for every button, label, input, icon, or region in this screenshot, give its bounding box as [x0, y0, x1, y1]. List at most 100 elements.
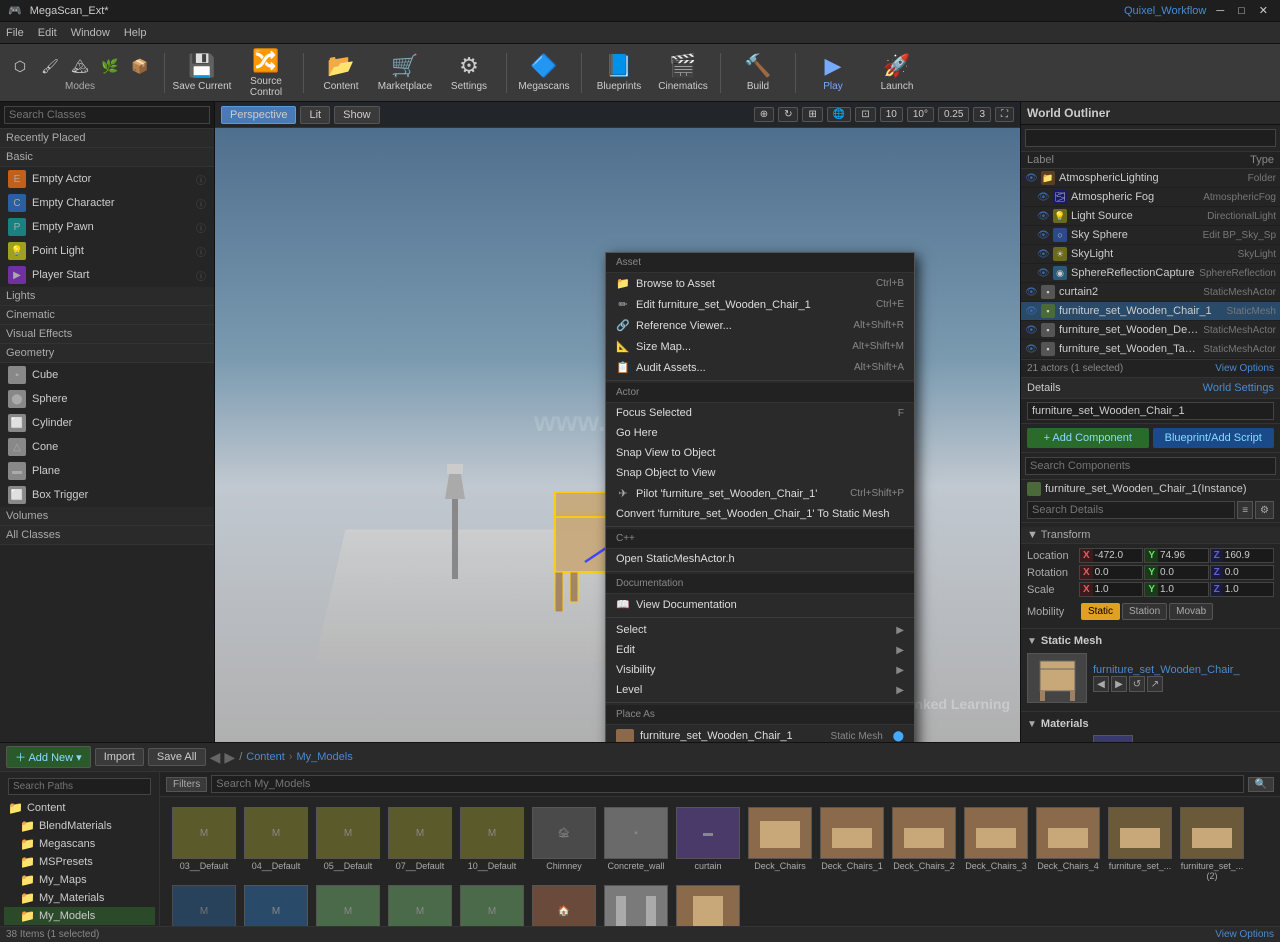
asset-ground-r[interactable]: M ground_R	[458, 885, 526, 926]
grid-size-btn[interactable]: 10	[880, 107, 903, 122]
cm-go-here[interactable]: Go Here	[606, 423, 914, 443]
cm-focus-selected[interactable]: Focus Selected F	[606, 403, 914, 423]
scale-btn[interactable]: ⊞	[802, 107, 822, 122]
perspective-btn[interactable]: Perspective	[221, 106, 296, 124]
actor-cube[interactable]: ▪ Cube	[0, 363, 214, 387]
search-paths-input[interactable]	[8, 778, 151, 795]
cm-snap-view-to-object[interactable]: Snap View to Object	[606, 443, 914, 463]
save-all-btn[interactable]: Save All	[148, 748, 206, 766]
mode-landscape-btn[interactable]: 🏔	[66, 53, 94, 79]
folder-my-maps[interactable]: 📁 My_Maps	[4, 871, 155, 889]
build-btn[interactable]: 🔨 Build	[727, 46, 789, 100]
scale-y-input[interactable]	[1158, 583, 1208, 596]
megascans-btn[interactable]: 🔷 Megascans	[513, 46, 575, 100]
path-mymodels[interactable]: My_Models	[296, 751, 352, 763]
details-name-input[interactable]	[1027, 402, 1274, 420]
play-btn[interactable]: ▶ Play	[802, 46, 864, 100]
details-filter-btn[interactable]: ≡	[1237, 501, 1253, 519]
asset-ground-2[interactable]: M ground_2	[314, 885, 382, 926]
loc-y-input[interactable]	[1158, 549, 1208, 562]
actor-empty-pawn[interactable]: P Empty Pawn ⓘ	[0, 215, 214, 239]
cm-edit-asset[interactable]: ✏ Edit furniture_set_Wooden_Chair_1 Ctrl…	[606, 294, 914, 315]
cm-size-map[interactable]: 📐 Size Map... Alt+Shift+M	[606, 336, 914, 357]
menu-file[interactable]: File	[6, 27, 24, 39]
asset-glass[interactable]: M Glass	[170, 885, 238, 926]
mesh-reset-btn[interactable]: ↺	[1129, 676, 1145, 692]
actor-empty-character[interactable]: C Empty Character ⓘ	[0, 191, 214, 215]
asset-05-default[interactable]: M 05__Default	[314, 807, 382, 881]
actor-plane[interactable]: ▬ Plane	[0, 459, 214, 483]
save-current-btn[interactable]: 💾 Save Current	[171, 46, 233, 100]
asset-house-exterior[interactable]: 🏠 House_Exterior	[530, 885, 598, 926]
marketplace-btn[interactable]: 🛒 Marketplace	[374, 46, 436, 100]
folder-blend-materials[interactable]: 📁 BlendMaterials	[4, 817, 155, 835]
folder-content[interactable]: 📁 Content	[4, 799, 155, 817]
actor-player-start[interactable]: ▶ Player Start ⓘ	[0, 263, 214, 287]
viewport[interactable]: Perspective Lit Show ⊕ ↻ ⊞ 🌐 ⊡ 10 10° 0.…	[215, 102, 1020, 742]
mobility-movable-btn[interactable]: Movab	[1169, 603, 1213, 620]
section-all-classes[interactable]: All Classes	[0, 526, 214, 545]
cm-select[interactable]: Select ▶	[606, 620, 914, 640]
maximize-btn[interactable]: ⛶	[995, 107, 1014, 122]
asset-curtain[interactable]: ▬ curtain	[674, 807, 742, 881]
cm-audit-assets[interactable]: 📋 Audit Assets... Alt+Shift+A	[606, 357, 914, 378]
outliner-item-wooden-chair[interactable]: 👁 ▪ furniture_set_Wooden_Chair_1 StaticM…	[1021, 302, 1280, 321]
rot-z-input[interactable]	[1223, 566, 1273, 579]
section-cinematic[interactable]: Cinematic	[0, 306, 214, 325]
asset-deck-chairs-4[interactable]: Deck_Chairs_4	[1034, 807, 1102, 881]
camera-speed-btn[interactable]: 3	[973, 107, 991, 122]
filters-btn[interactable]: Filters	[166, 777, 207, 792]
folder-msprests[interactable]: 📁 MSPresets	[4, 853, 155, 871]
outliner-item-skylight[interactable]: 👁 ☀ SkyLight SkyLight	[1021, 245, 1280, 264]
import-btn[interactable]: Import	[95, 748, 144, 766]
details-settings-btn[interactable]: ⚙	[1255, 501, 1274, 519]
search-classes-input[interactable]	[4, 106, 210, 124]
asset-concrete-wall[interactable]: ▪ Concrete_wall	[602, 807, 670, 881]
mesh-prev-btn[interactable]: ◀	[1093, 676, 1109, 692]
cm-visibility[interactable]: Visibility ▶	[606, 660, 914, 680]
mode-foliage-btn[interactable]: 🌿	[96, 53, 124, 79]
actor-sphere[interactable]: ⬤ Sphere	[0, 387, 214, 411]
outliner-item-sphere-reflection[interactable]: 👁 ◉ SphereReflectionCapture SphereReflec…	[1021, 264, 1280, 283]
search-icon-btn[interactable]: 🔍	[1248, 777, 1274, 792]
source-control-btn[interactable]: 🔀 Source Control	[235, 46, 297, 100]
menu-window[interactable]: Window	[71, 27, 110, 39]
asset-10-default[interactable]: M 10__Default	[458, 807, 526, 881]
window-minimize[interactable]: ─	[1212, 5, 1228, 17]
cm-view-documentation[interactable]: 📖 View Documentation	[606, 594, 914, 615]
asset-deck-chairs-3[interactable]: Deck_Chairs_3	[962, 807, 1030, 881]
asset-single-chair[interactable]: single_chair_...	[674, 885, 742, 926]
asset-03-default[interactable]: M 03__Default	[170, 807, 238, 881]
asset-pillars[interactable]: Pillars	[602, 885, 670, 926]
cb-view-options-btn[interactable]: View Options	[1215, 929, 1274, 940]
search-components-input[interactable]	[1025, 457, 1276, 475]
asset-chimney[interactable]: 🏚 Chimney	[530, 807, 598, 881]
asset-glas-001[interactable]: M Glas_001	[242, 885, 310, 926]
angle-snap-btn[interactable]: 10°	[907, 107, 934, 122]
asset-ground-3[interactable]: M ground_3	[386, 885, 454, 926]
scale-z-input[interactable]	[1223, 583, 1273, 596]
search-details-input[interactable]	[1027, 501, 1235, 519]
cm-convert-to-static-mesh[interactable]: Convert 'furniture_set_Wooden_Chair_1' T…	[606, 504, 914, 524]
cm-open-staticmeshactor[interactable]: Open StaticMeshActor.h	[606, 549, 914, 569]
section-volumes[interactable]: Volumes	[0, 507, 214, 526]
cm-snap-object-to-view[interactable]: Snap Object to View	[606, 463, 914, 483]
asset-deck-chairs[interactable]: Deck_Chairs	[746, 807, 814, 881]
add-component-btn[interactable]: + Add Component	[1027, 428, 1149, 448]
transform-header[interactable]: ▼ Transform	[1021, 527, 1280, 544]
window-close[interactable]: ✕	[1255, 4, 1272, 17]
nav-back-icon[interactable]: ◀	[210, 749, 221, 766]
scale-x-input[interactable]	[1093, 583, 1143, 596]
loc-x-input[interactable]	[1093, 549, 1143, 562]
actor-point-light[interactable]: 💡 Point Light ⓘ	[0, 239, 214, 263]
asset-furniture-2[interactable]: furniture_set_... (2)	[1178, 807, 1246, 881]
mesh-open-btn[interactable]: ↗	[1147, 676, 1163, 692]
search-assets-input[interactable]	[211, 775, 1243, 793]
outliner-item-atmospheric-fog[interactable]: 👁 🌫 Atmospheric Fog AtmosphericFog	[1021, 188, 1280, 207]
blueprints-btn[interactable]: 📘 Blueprints	[588, 46, 650, 100]
section-lights[interactable]: Lights	[0, 287, 214, 306]
nav-forward-icon[interactable]: ▶	[224, 749, 235, 766]
actor-empty-actor[interactable]: E Empty Actor ⓘ	[0, 167, 214, 191]
blueprint-add-script-btn[interactable]: Blueprint/Add Script	[1153, 428, 1275, 448]
window-maximize[interactable]: □	[1234, 5, 1249, 17]
